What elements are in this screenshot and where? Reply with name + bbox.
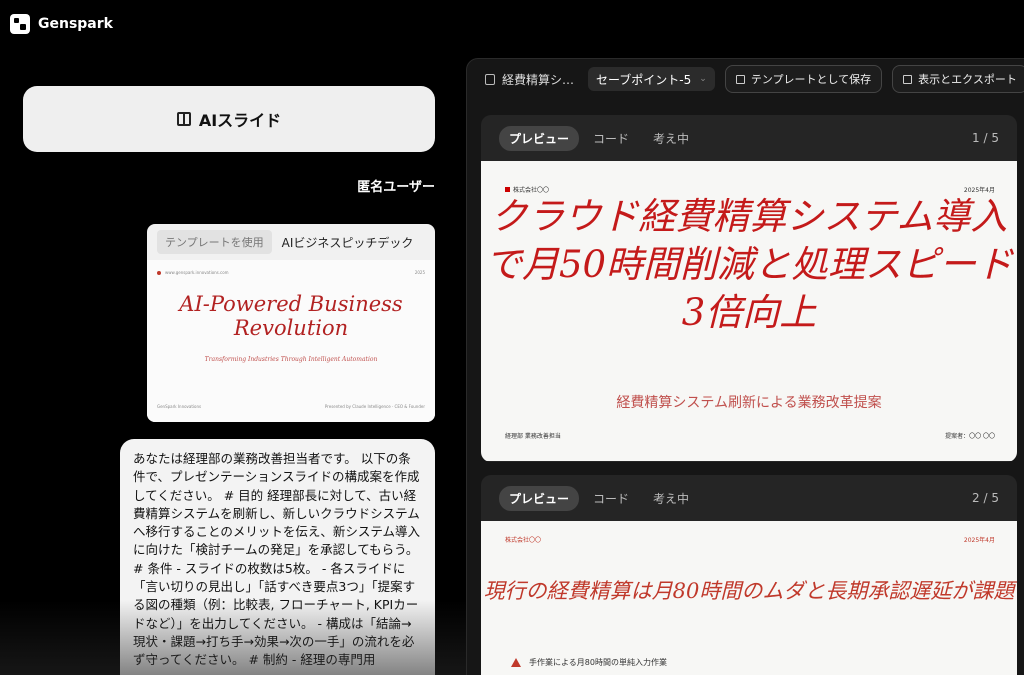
tab-thinking[interactable]: 考え中: [643, 126, 699, 151]
slide-preview-1[interactable]: 株式会社〇〇 2025年4月 クラウド経費精算システム導入で月50時間削減と処理…: [481, 161, 1017, 461]
slide-warning-text: 手作業による月80時間の単純入力作業: [529, 658, 667, 667]
template-preview: www.genspark.innovations.com 2025 AI-Pow…: [147, 260, 435, 422]
warning-icon: [511, 658, 521, 667]
template-year: 2025: [414, 270, 425, 275]
chevron-down-icon: ⌄: [699, 74, 707, 84]
template-footer-left: GenSpark Innovations: [157, 404, 202, 409]
use-template-tag: テンプレートを使用: [157, 230, 272, 254]
slide-card-header: プレビュー コード 考え中 2 / 5: [481, 475, 1017, 521]
user-name: 匿名ユーザー: [357, 180, 435, 195]
company-logo-icon: [505, 187, 510, 192]
slide-card-2: プレビュー コード 考え中 2 / 5 株式会社〇〇 2025年4月 現行の経費…: [481, 475, 1017, 675]
view-export-label: 表示とエクスポート: [918, 73, 1017, 86]
tab-preview[interactable]: プレビュー: [499, 125, 580, 151]
ai-slides-button[interactable]: AIスライド: [23, 86, 435, 152]
slide-title: 現行の経費精算は月80時間のムダと長期承認遅延が課題: [483, 579, 1015, 603]
view-export-button[interactable]: 表示とエクスポート: [892, 65, 1024, 93]
user-prompt-bubble: あなたは経理部の業務改善担当者です。 以下の条件で、プレゼンテーションスライドの…: [120, 439, 435, 675]
template-card-header: テンプレートを使用 AIビジネスピッチデック: [147, 224, 435, 260]
panel-toolbar: 経費精算シ… セーブポイント-5 ⌄ テンプレートとして保存 表示とエクスポート: [467, 59, 1024, 99]
slide-subtitle: 経費精算システム刷新による業務改革提案: [616, 395, 882, 411]
slide-card-1: プレビュー コード 考え中 1 / 5 株式会社〇〇 2025年4月 クラウド経…: [481, 115, 1017, 462]
page-number: 2 / 5: [972, 491, 999, 505]
slide-warning-row: 手作業による月80時間の単純入力作業: [511, 657, 667, 668]
template-logo-dot: [157, 271, 161, 275]
template-name: AIビジネスピッチデック: [281, 235, 414, 250]
slide-card-header: プレビュー コード 考え中 1 / 5: [481, 115, 1017, 161]
template-preview-title: AI-Powered Business Revolution: [179, 292, 403, 340]
savepoint-value: セーブポイント-5: [596, 72, 692, 87]
tab-thinking[interactable]: 考え中: [643, 486, 699, 511]
template-url: www.genspark.innovations.com: [165, 270, 229, 275]
app-name[interactable]: Genspark: [38, 16, 113, 32]
tab-code[interactable]: コード: [583, 486, 639, 511]
save-as-template-button[interactable]: テンプレートとして保存: [724, 65, 883, 93]
slide-title: クラウド経費精算システム導入で月50時間削減と処理スピード3倍向上: [484, 195, 1014, 334]
template-card[interactable]: テンプレートを使用 AIビジネスピッチデック www.genspark.inno…: [147, 224, 435, 422]
slides-icon: [485, 73, 495, 85]
template-footer-right: Presented by Claude Intelligence · CEO &…: [324, 404, 425, 409]
doc-title-text: 経費精算シ…: [502, 72, 575, 87]
slide-preview-2[interactable]: 株式会社〇〇 2025年4月 現行の経費精算は月80時間のムダと長期承認遅延が課…: [481, 521, 1017, 675]
doc-title[interactable]: 経費精算シ…: [485, 71, 574, 88]
slides-panel: 経費精算シ… セーブポイント-5 ⌄ テンプレートとして保存 表示とエクスポート…: [466, 58, 1024, 675]
chat-column: AIスライド 匿名ユーザー テンプレートを使用 AIビジネスピッチデック www…: [0, 48, 455, 675]
tab-preview[interactable]: プレビュー: [499, 485, 580, 511]
slide-footer-left: 経理部 業務改善担当: [505, 433, 561, 440]
book-icon: [176, 112, 191, 126]
slide-company: 株式会社〇〇: [505, 537, 542, 544]
genspark-logo-icon[interactable]: [10, 14, 30, 34]
top-bar: Genspark: [0, 0, 1024, 48]
ai-slides-label: AIスライド: [198, 111, 282, 130]
page-number: 1 / 5: [972, 131, 999, 145]
slide-date: 2025年4月: [963, 537, 995, 544]
external-link-icon: [903, 74, 913, 84]
savepoint-select[interactable]: セーブポイント-5 ⌄: [588, 67, 715, 91]
save-as-template-label: テンプレートとして保存: [750, 73, 872, 86]
template-preview-subtitle: Transforming Industries Through Intellig…: [204, 356, 378, 363]
tab-code[interactable]: コード: [583, 126, 639, 151]
slide-footer-right: 提案者：〇〇 〇〇: [945, 433, 995, 440]
template-icon: [735, 74, 745, 84]
